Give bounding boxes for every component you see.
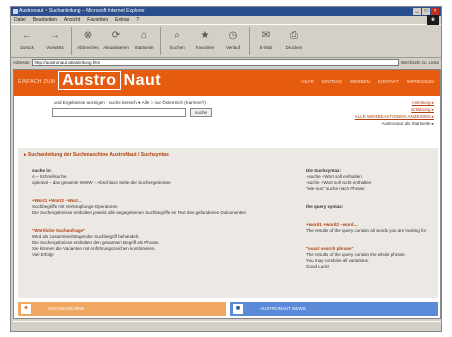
stop-icon: ⊗ — [83, 30, 93, 41]
news-icon: ■ — [233, 304, 243, 314]
menu-help[interactable]: ? — [136, 16, 139, 24]
toolbar-divider — [249, 27, 250, 55]
site-header: EINFACH ZUM Austro Naut Hilfe Eintrag Wer… — [14, 70, 440, 96]
forward-arrow-icon: → — [50, 30, 60, 41]
links-button[interactable]: Links — [428, 60, 439, 65]
menu-tools[interactable]: Extras — [115, 16, 129, 24]
instructions-syntax: Die Suchsyntax: +suche +Wort soll enthal… — [306, 168, 432, 270]
search-submit-button[interactable]: suche — [190, 108, 212, 117]
print-icon: ⎙ — [290, 30, 298, 41]
mail-button[interactable]: ✉ E-Mail — [252, 27, 280, 57]
site-nav: Hilfe Eintrag Werben Kontakt Impressum — [301, 79, 434, 84]
stop-button[interactable]: ⊗ Abbrechen — [74, 27, 102, 57]
bottom-banners: ✦ SUCHMASCHINE ■ AUSTRONAUT NEWS — [18, 302, 438, 316]
nav-link-imprint[interactable]: Impressum — [407, 79, 434, 84]
menu-edit[interactable]: Bearbeiten — [33, 16, 57, 24]
go-button[interactable]: Wechseln zu — [401, 60, 427, 65]
instruction-line: Viel Erfolg! — [32, 252, 54, 257]
window-title: Austronaut ~ Suchanleitung – Microsoft I… — [19, 8, 145, 14]
panel-title: ▸ Suchanleitung der Suchmaschine AustroN… — [24, 152, 169, 158]
print-button[interactable]: ⎙ Drucken — [280, 27, 308, 57]
search-side-links: Anleitung ▸ Erklärung ▸ ALLE WERBEAKTION… — [355, 99, 434, 127]
site-tagline: EINFACH ZUM — [18, 79, 56, 85]
nav-link-entry[interactable]: Eintrag — [322, 79, 342, 84]
browser-window: Austronaut ~ Suchanleitung – Microsoft I… — [10, 6, 442, 332]
instruction-line: Good Luck! — [306, 264, 330, 269]
title-bar: Austronaut ~ Suchanleitung – Microsoft I… — [11, 7, 441, 16]
search-button[interactable]: ⌕ Suchen — [163, 27, 191, 57]
nav-link-advertise[interactable]: Werben — [350, 79, 370, 84]
address-input[interactable]: http://austronaut.at/anleitung.htm — [31, 59, 399, 66]
refresh-icon: ⟳ — [111, 30, 121, 41]
close-button[interactable]: × — [431, 8, 439, 15]
search-section: und Ergebnisse anzeigen · suche bereich … — [14, 96, 440, 138]
windows-logo-icon: e — [427, 15, 439, 25]
page-content: EINFACH ZUM Austro Naut Hilfe Eintrag Wer… — [13, 69, 441, 319]
toolbar-divider — [71, 27, 72, 55]
menu-bar: Datei Bearbeiten Ansicht Favoriten Extra… — [11, 15, 441, 25]
home-icon: ⌂ — [140, 30, 148, 41]
status-bar — [13, 321, 441, 331]
history-button[interactable]: ◷ Verlauf — [219, 27, 247, 57]
forward-button[interactable]: → Vorwärts — [41, 27, 69, 57]
search-input[interactable] — [52, 108, 186, 117]
ie-icon — [13, 9, 18, 14]
mail-icon: ✉ — [261, 30, 271, 41]
news-banner[interactable]: ■ AUSTRONAUT NEWS — [230, 302, 438, 316]
toolbar-divider — [160, 27, 161, 55]
instruction-line: Die Suchergebnisse enthalten jeweils all… — [32, 210, 246, 215]
history-icon: ◷ — [228, 30, 238, 41]
favorites-icon: ★ — [200, 30, 210, 41]
explanation-link[interactable]: Erklärung ▸ — [355, 106, 434, 113]
instruction-line: The results of the query contain all wor… — [306, 228, 427, 233]
minimize-button[interactable]: _ — [413, 8, 421, 15]
all-ads-link[interactable]: ALLE WERBEAKTIONEN ANZEIGEN ▸ — [355, 113, 434, 120]
star-icon: ✦ — [21, 304, 31, 314]
guide-link[interactable]: Anleitung ▸ — [355, 99, 434, 106]
nav-link-contact[interactable]: Kontakt — [378, 79, 399, 84]
toolbar: ← Zurück → Vorwärts ⊗ Abbrechen ⟳ Aktualisie… — [11, 24, 441, 58]
menu-favorites[interactable]: Favoriten — [87, 16, 108, 24]
nav-link-help[interactable]: Hilfe — [301, 79, 314, 84]
favorites-button[interactable]: ★ Favoriten — [191, 27, 219, 57]
menu-view[interactable]: Ansicht — [64, 16, 80, 24]
menu-file[interactable]: Datei — [14, 16, 26, 24]
address-label: Adresse — [13, 60, 30, 65]
maximize-button[interactable]: □ — [422, 8, 430, 15]
search-icon: ⌕ — [174, 30, 180, 41]
search-engine-banner[interactable]: ✦ SUCHMASCHINE — [18, 302, 226, 316]
site-logo[interactable]: Austro Naut — [58, 71, 161, 90]
refresh-button[interactable]: ⟳ Aktualisieren — [102, 27, 130, 57]
back-arrow-icon: ← — [22, 30, 32, 41]
back-button[interactable]: ← Zurück — [13, 27, 41, 57]
instructions-panel: ▸ Suchanleitung der Suchmaschine AustroN… — [18, 148, 438, 298]
startpage-link[interactable]: Austronaut als Startseite ▸ — [355, 120, 434, 127]
home-button[interactable]: ⌂ Startseite — [130, 27, 158, 57]
address-bar: Adresse http://austronaut.at/anleitung.h… — [11, 58, 441, 67]
instructions-german: suche in: A – Schnellsuche optional – da… — [32, 168, 262, 258]
search-options-label: und Ergebnisse anzeigen · suche bereich … — [54, 100, 206, 105]
